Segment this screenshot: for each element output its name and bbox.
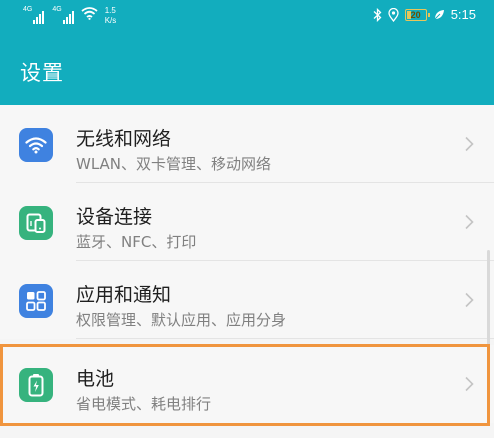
signal-icon bbox=[33, 11, 45, 24]
settings-item-title: 无线和网络 bbox=[76, 128, 172, 150]
settings-item-subtitle: 权限管理、默认应用、应用分身 bbox=[76, 311, 287, 329]
settings-item-subtitle: 省电模式、耗电排行 bbox=[76, 395, 212, 413]
battery-icon bbox=[19, 368, 53, 402]
settings-item-subtitle: WLAN、双卡管理、移动网络 bbox=[76, 155, 272, 173]
network-speed-value: 1.5 bbox=[104, 6, 116, 15]
chevron-right-icon bbox=[465, 214, 474, 230]
apps-icon bbox=[19, 284, 53, 318]
sim2-network-tag: 4G bbox=[52, 6, 62, 13]
sim2-signal: 4G bbox=[52, 6, 74, 24]
battery-level-text: 20 bbox=[410, 9, 421, 20]
status-bar-left: 4G 4G 1.5 K/s bbox=[23, 6, 116, 26]
settings-item-title: 电池 bbox=[76, 368, 115, 390]
wifi-icon bbox=[19, 128, 53, 162]
leaf-icon bbox=[434, 9, 444, 19]
signal-icon bbox=[62, 11, 74, 24]
status-time: 5:15 bbox=[450, 7, 476, 22]
sim1-network-tag: 4G bbox=[23, 6, 33, 13]
status-bar: 4G 4G 1.5 K/s 20 5:15 bbox=[0, 0, 494, 34]
status-bar-right: 20 5:15 bbox=[373, 7, 476, 22]
settings-item-title: 设备连接 bbox=[76, 206, 153, 228]
sim1-signal: 4G bbox=[23, 6, 45, 24]
battery-icon: 20 bbox=[404, 8, 430, 21]
divider bbox=[76, 338, 494, 339]
settings-item-battery[interactable]: 电池 省电模式、耗电排行 bbox=[0, 345, 494, 423]
chevron-right-icon bbox=[465, 136, 474, 152]
network-speed: 1.5 K/s bbox=[105, 6, 117, 26]
wifi-icon bbox=[81, 7, 98, 20]
chevron-right-icon bbox=[465, 376, 474, 392]
location-icon bbox=[388, 7, 399, 22]
page-title: 设置 bbox=[20, 61, 64, 85]
settings-item-title: 应用和通知 bbox=[76, 284, 172, 306]
network-speed-unit: K/s bbox=[104, 16, 117, 25]
chevron-right-icon bbox=[465, 292, 474, 308]
bluetooth-icon bbox=[373, 7, 382, 22]
settings-item-device-connection[interactable]: 设备连接 蓝牙、NFC、打印 bbox=[0, 183, 494, 261]
settings-item-apps-notifications[interactable]: 应用和通知 权限管理、默认应用、应用分身 bbox=[0, 261, 494, 339]
settings-item-wireless-network[interactable]: 无线和网络 WLAN、双卡管理、移动网络 bbox=[0, 105, 494, 183]
device-connection-icon bbox=[19, 206, 53, 240]
settings-item-subtitle: 蓝牙、NFC、打印 bbox=[76, 233, 197, 251]
scrollbar[interactable] bbox=[487, 250, 490, 350]
settings-screen: 4G 4G 1.5 K/s 20 5:15 设置 无线和网络 WLAN、双卡管理… bbox=[0, 0, 494, 438]
app-bar: 设置 bbox=[0, 34, 494, 105]
